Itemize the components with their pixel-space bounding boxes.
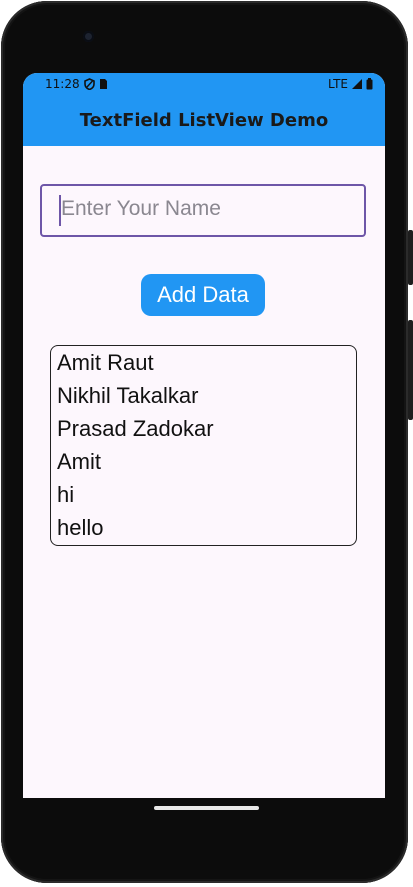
list-item: hi [57, 482, 75, 507]
home-gesture-bar[interactable] [154, 806, 259, 810]
name-input[interactable]: Enter Your Name [40, 184, 366, 237]
front-camera [83, 31, 94, 42]
page-title: TextField ListView Demo [79, 110, 329, 131]
list-item: hello [57, 515, 104, 540]
app-bar: TextField ListView Demo [23, 95, 385, 146]
names-list[interactable]: Amit Raut Nikhil Takalkar Prasad Zadokar… [50, 345, 357, 546]
power-button [408, 230, 413, 285]
status-time: 11:28 [45, 77, 80, 91]
app-screen: 11:28 LTE TextField ListView Demo Enter … [23, 73, 385, 798]
volume-button [408, 320, 413, 420]
add-data-button[interactable]: Add Data [141, 274, 265, 316]
list-item: Nikhil Takalkar [57, 383, 199, 408]
status-bar: 11:28 LTE [23, 73, 385, 95]
shield-icon [83, 78, 95, 90]
network-type: LTE [328, 77, 348, 91]
battery-icon [366, 78, 373, 90]
sim-card-icon [99, 79, 107, 89]
signal-icon [352, 79, 362, 89]
list-item: Amit Raut [57, 350, 154, 375]
name-input-placeholder: Enter Your Name [61, 197, 221, 220]
list-item: Prasad Zadokar [57, 416, 214, 441]
list-item: Amit [57, 449, 101, 474]
